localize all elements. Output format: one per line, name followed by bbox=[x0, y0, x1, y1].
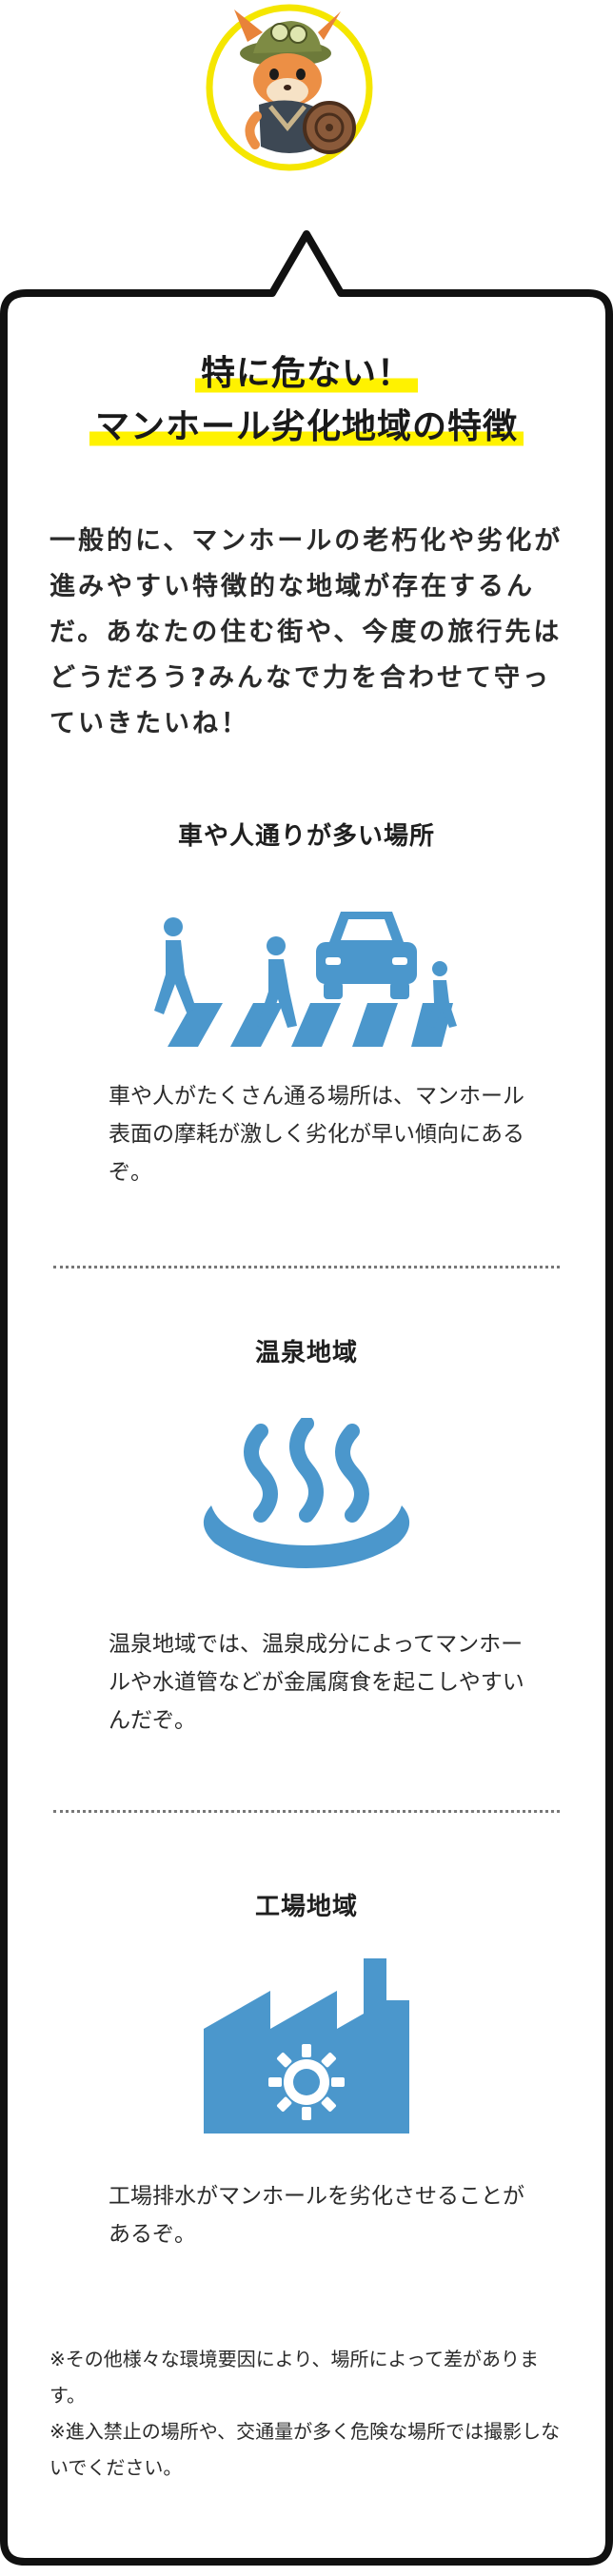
divider-2 bbox=[53, 1810, 560, 1813]
note-2: ※進入禁止の場所や、交通量が多く危険な場所では撮影しないでください。 bbox=[49, 2420, 561, 2479]
section-text-factory: 工場排水がマンホールを劣化させることがあるぞ。 bbox=[109, 2184, 524, 2247]
crosswalk-icon bbox=[154, 912, 457, 1047]
note-1: ※その他様々な環境要因により、場所によって差があります。 bbox=[49, 2348, 539, 2407]
section-heading-factory: 工場地域 bbox=[254, 1893, 358, 1921]
section-text-traffic: 車や人がたくさん通る場所は、マンホール表面の摩耗が激しく劣化が早い傾向にあるぞ。 bbox=[109, 1084, 524, 1185]
divider-1 bbox=[53, 1266, 560, 1268]
section-heading-hot-spring: 温泉地域 bbox=[254, 1339, 358, 1367]
title-line-1: 特に危ない！ bbox=[194, 352, 418, 396]
title-line-2: マンホール劣化地域の特徴 bbox=[89, 405, 524, 449]
factory-icon bbox=[204, 1958, 409, 2134]
mascot-character bbox=[206, 4, 373, 171]
notes: ※その他様々な環境要因により、場所によって差があります。 ※進入禁止の場所や、交… bbox=[49, 2341, 571, 2486]
section-text-hot-spring: 温泉地域では、温泉成分によってマンホールや水道管などが金属腐食を起こしやすいんだ… bbox=[109, 1632, 524, 1733]
page: 特に危ない！ マンホール劣化地域の特徴 一般的に、マンホールの老朽化や劣化が進み… bbox=[0, 0, 613, 2576]
section-heading-traffic: 車や人通りが多い場所 bbox=[177, 822, 435, 851]
page-title: 特に危ない！ マンホール劣化地域の特徴 bbox=[0, 352, 613, 459]
hot-spring-icon bbox=[203, 1418, 410, 1568]
intro-text: 一般的に、マンホールの老朽化や劣化が進みやすい特徴的な地域が存在するんだ。あなた… bbox=[49, 526, 564, 738]
